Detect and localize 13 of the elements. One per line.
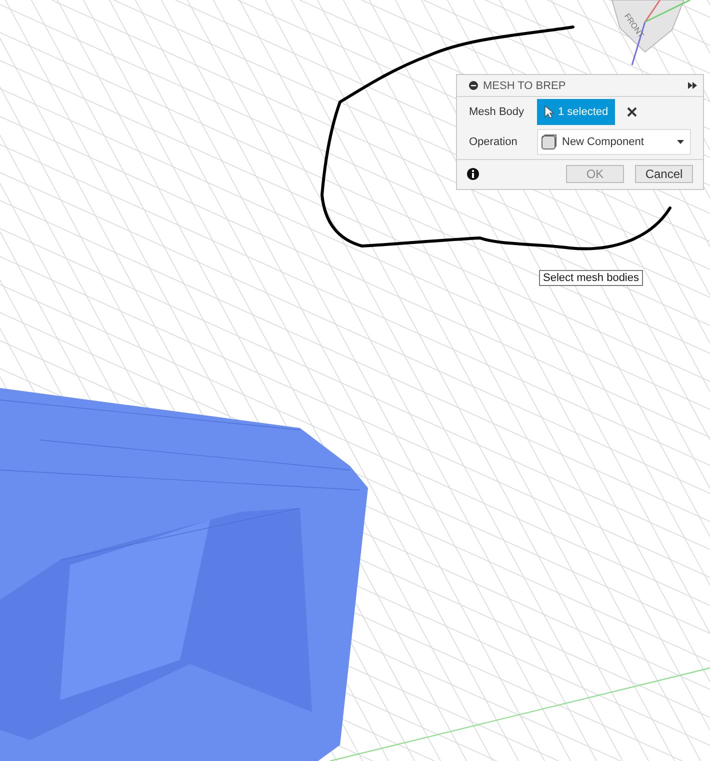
caret-icon: [677, 140, 684, 144]
component-icon: [541, 134, 557, 150]
dialog-title: MESH TO BREP: [483, 80, 567, 92]
field-label: Operation: [469, 136, 518, 148]
info-icon[interactable]: [467, 168, 479, 180]
dialog-button[interactable]: Cancel: [635, 165, 693, 183]
collapse-icon[interactable]: [469, 81, 478, 90]
operation-dropdown[interactable]: New Component: [537, 129, 691, 155]
tooltip: Select mesh bodies: [539, 270, 643, 286]
cursor-icon: [544, 105, 554, 119]
expand-icon[interactable]: [688, 82, 697, 89]
field-label: Mesh Body: [469, 106, 526, 118]
clear-icon[interactable]: [627, 107, 638, 117]
